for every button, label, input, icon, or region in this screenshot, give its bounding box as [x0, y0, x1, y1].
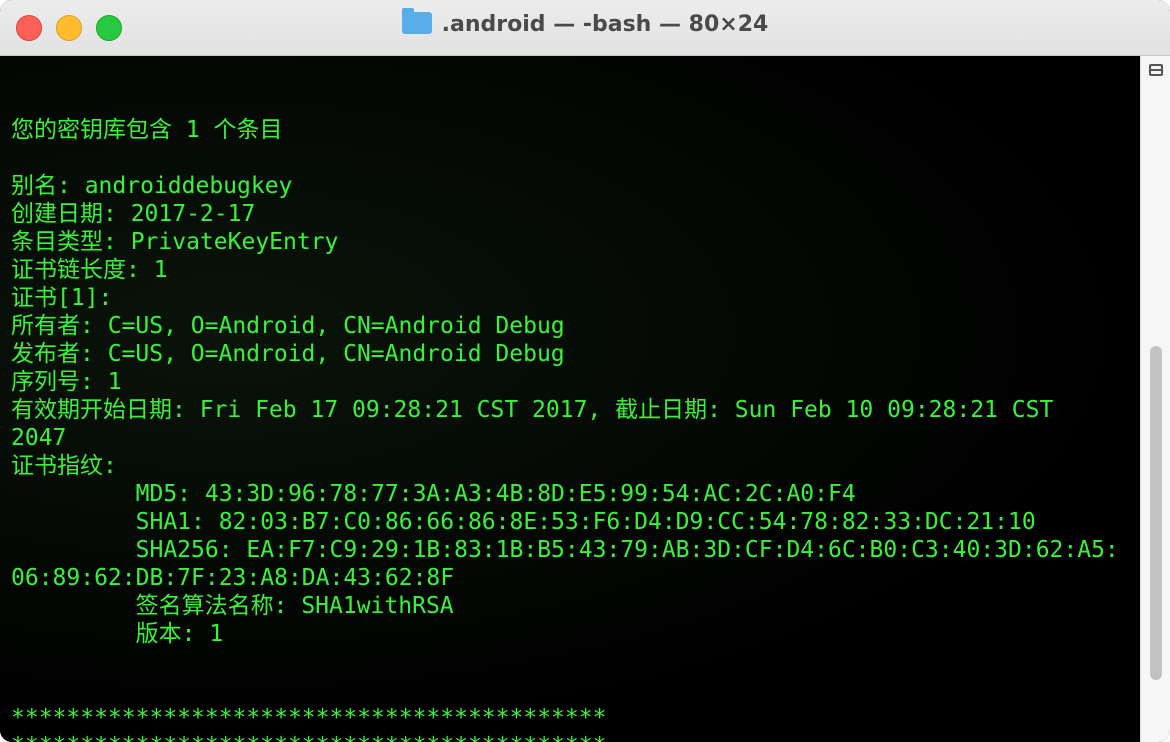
- terminal-line: 证书链长度: 1: [11, 257, 168, 283]
- terminal-line: 有效期开始日期: Fri Feb 17 09:28:21 CST 2017, 截…: [11, 397, 1054, 423]
- terminal-line: SHA1: 82:03:B7:C0:86:66:86:8E:53:F6:D4:D…: [11, 509, 1036, 535]
- terminal-line: 证书指纹:: [11, 453, 117, 479]
- terminal-line: 版本: 1: [11, 621, 224, 647]
- scrollbar-thumb[interactable]: [1150, 346, 1162, 680]
- window-title-text: .android — -bash — 80×24: [441, 12, 769, 37]
- terminal-line: 06:89:62:DB:7F:23:A8:DA:43:62:8F: [11, 565, 455, 591]
- terminal-line: ****************************************…: [11, 732, 1119, 742]
- terminal-line: ****************************************…: [11, 705, 607, 731]
- terminal-lines: 您的密钥库包含 1 个条目 别名: androiddebugkey 创建日期: 20…: [11, 88, 1119, 742]
- terminal-line: 发布者: C=US, O=Android, CN=Android Debug: [11, 341, 565, 367]
- window-title: .android — -bash — 80×24: [0, 8, 1170, 37]
- terminal-line: 2047: [11, 425, 67, 451]
- terminal-line: 签名算法名称: SHA1withRSA: [11, 593, 454, 619]
- folder-icon: [401, 8, 432, 34]
- scrollbar[interactable]: [1140, 56, 1170, 742]
- terminal-line: 证书[1]:: [11, 285, 113, 311]
- terminal-line: 序列号: 1: [11, 369, 122, 395]
- terminal-line: 条目类型: PrivateKeyEntry: [11, 229, 339, 255]
- title-bar[interactable]: .android — -bash — 80×24: [0, 0, 1170, 56]
- terminal-line: 所有者: C=US, O=Android, CN=Android Debug: [11, 313, 565, 339]
- terminal-line: 您的密钥库包含 1 个条目: [11, 117, 283, 143]
- terminal-output[interactable]: 您的密钥库包含 1 个条目 别名: androiddebugkey 创建日期: 20…: [0, 56, 1140, 742]
- terminal-line: 创建日期: 2017-2-17: [11, 201, 256, 227]
- split-pane-icon[interactable]: [1149, 64, 1163, 76]
- terminal-line: SHA256: EA:F7:C9:29:1B:83:1B:B5:43:79:AB…: [11, 537, 1119, 563]
- terminal-line: 别名: androiddebugkey: [11, 173, 293, 199]
- terminal-window: .android — -bash — 80×24 您的密钥库包含 1 个条目 别名…: [0, 0, 1170, 742]
- terminal-line: MD5: 43:3D:96:78:77:3A:A3:4B:8D:E5:99:54…: [11, 481, 856, 507]
